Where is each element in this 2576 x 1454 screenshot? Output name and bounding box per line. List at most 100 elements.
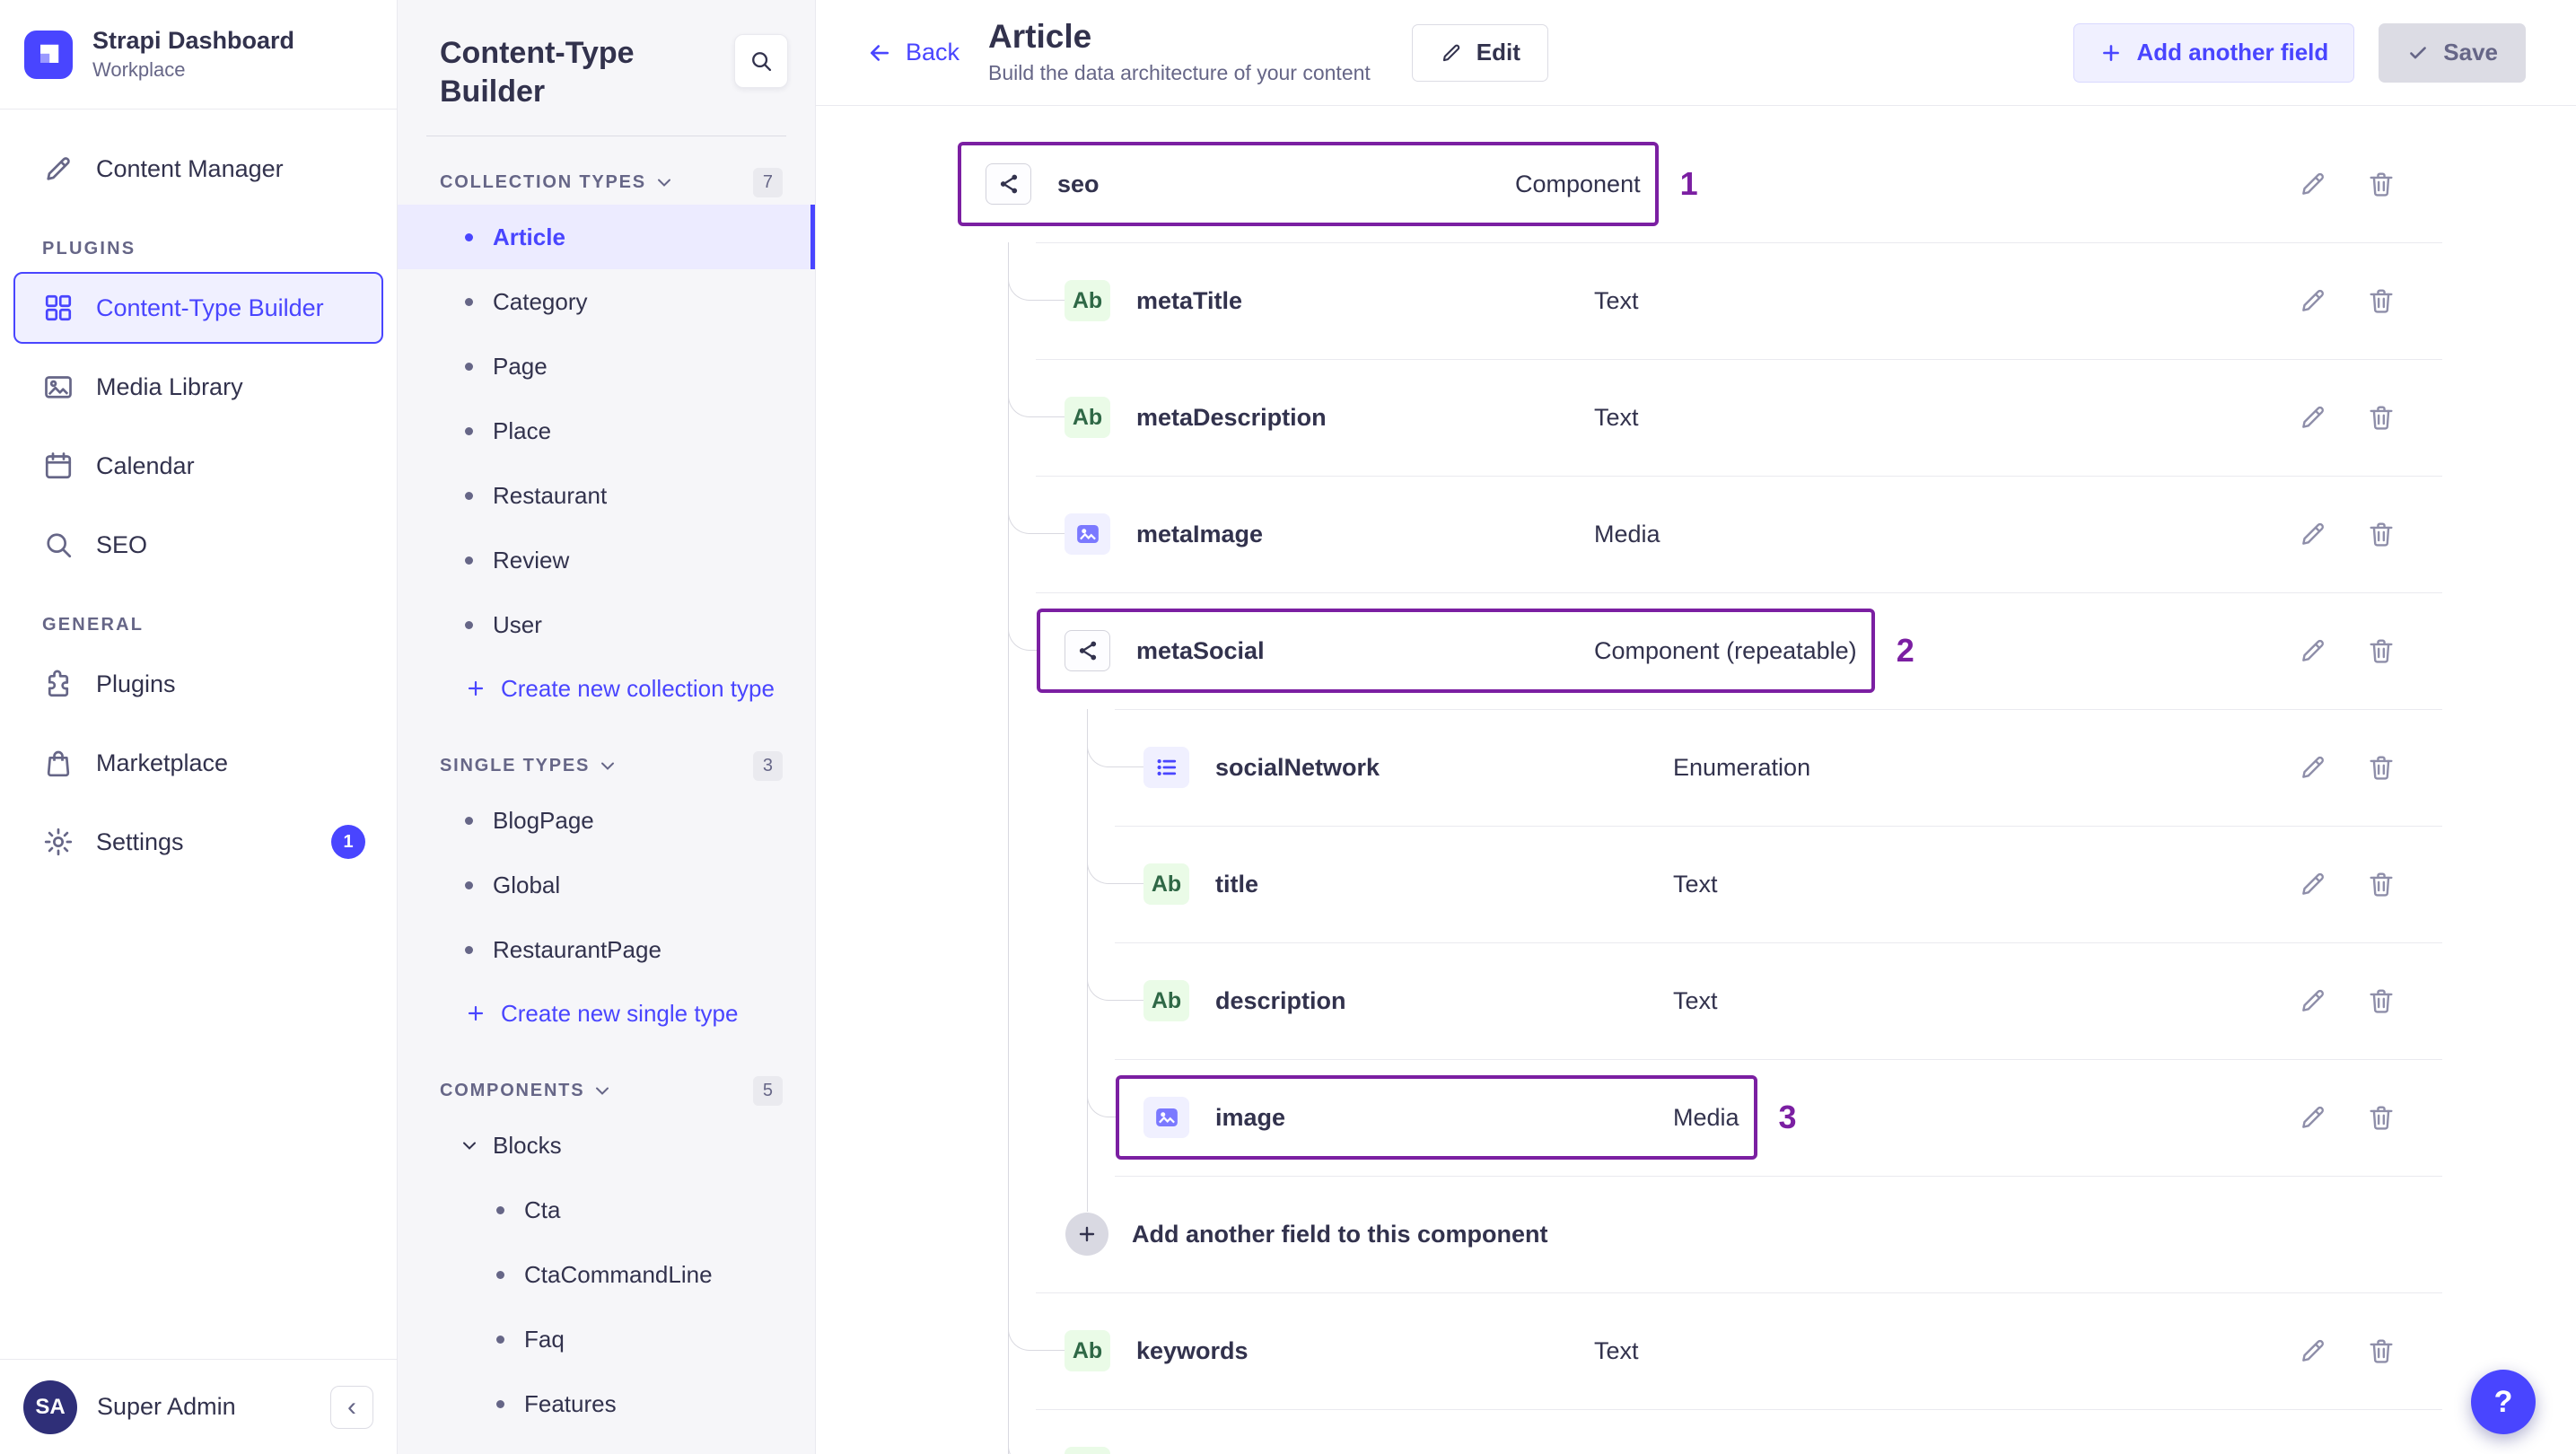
field-row-core[interactable]: Ab title Text: [1116, 842, 1736, 926]
field-row-description: Ab description Text: [816, 942, 2576, 1059]
field-row-core[interactable]: image Media: [1116, 1075, 1757, 1160]
field-row-core[interactable]: Ab metaDescription Text: [1037, 375, 1657, 460]
collection-type-user[interactable]: User: [398, 592, 815, 657]
item-label: Review: [493, 546, 570, 574]
single-type-global[interactable]: Global: [398, 853, 815, 917]
delete-field-button[interactable]: [2365, 868, 2397, 900]
text-field-icon: Ab: [1065, 280, 1110, 321]
delete-field-button[interactable]: [2365, 518, 2397, 550]
edit-field-button[interactable]: [2297, 751, 2329, 784]
components-group-blocks[interactable]: Blocks: [398, 1113, 815, 1178]
delete-field-button[interactable]: [2365, 401, 2397, 434]
field-name: metaTitle: [1136, 286, 1243, 314]
delete-field-button[interactable]: [2365, 985, 2397, 1017]
components-header[interactable]: COMPONENTS 5: [398, 1068, 815, 1113]
edit-field-button[interactable]: [2297, 635, 2329, 667]
bullet-icon: [496, 1270, 504, 1279]
help-button[interactable]: ?: [2471, 1370, 2536, 1434]
collection-type-place[interactable]: Place: [398, 399, 815, 463]
collection-types-header[interactable]: COLLECTION TYPES 7: [398, 160, 815, 205]
calendar-icon: [42, 450, 74, 482]
annotation-number: 1: [1679, 165, 1698, 202]
field-row-core[interactable]: Ab keywords Text: [1037, 1309, 1657, 1393]
field-type: Media: [1594, 520, 1660, 547]
plus-icon: [2103, 44, 2120, 61]
edit-field-button[interactable]: [2297, 285, 2329, 317]
delete-field-button[interactable]: [2365, 285, 2397, 317]
plus-icon: [468, 680, 484, 696]
chevron-down-icon: [657, 178, 671, 188]
field-row-metatitle: Ab metaTitle Text: [816, 242, 2576, 359]
add-field-label[interactable]: Add another field to this component: [1132, 1221, 1547, 1248]
edit-field-button[interactable]: [2297, 1335, 2329, 1367]
delete-field-button[interactable]: [2365, 635, 2397, 667]
field-type: Media: [1673, 1103, 1739, 1131]
delete-field-button[interactable]: [2365, 168, 2397, 200]
section-label: SINGLE TYPES: [440, 755, 591, 775]
components-count: 5: [752, 1075, 783, 1106]
nav-section-general: GENERAL: [42, 615, 145, 635]
sidebar-item-content-manager[interactable]: Content Manager: [13, 133, 383, 205]
edit-field-button[interactable]: [2297, 985, 2329, 1017]
add-field-to-component-button[interactable]: [1065, 1213, 1108, 1256]
collection-type-restaurant[interactable]: Restaurant: [398, 463, 815, 528]
edit-field-button[interactable]: [2297, 1101, 2329, 1134]
search-button[interactable]: [734, 34, 788, 88]
collapse-sidebar-button[interactable]: ‹: [330, 1385, 373, 1429]
section-label: COLLECTION TYPES: [440, 171, 646, 192]
field-name: image: [1215, 1103, 1286, 1131]
add-another-field-button[interactable]: Add another field: [2073, 22, 2355, 83]
delete-field-button[interactable]: [2365, 1335, 2397, 1367]
field-row-core[interactable]: Ab description Text: [1116, 959, 1736, 1043]
sidebar-item-plugins[interactable]: Plugins: [13, 648, 383, 720]
field-row-core[interactable]: Ab metaRobots Text: [1037, 1425, 1657, 1454]
edit-field-button[interactable]: [2297, 868, 2329, 900]
edit-field-button[interactable]: [2297, 168, 2329, 200]
sidebar-item-calendar[interactable]: Calendar: [13, 430, 383, 502]
sidebar-item-content-type-builder[interactable]: Content-Type Builder: [13, 272, 383, 344]
collection-type-category[interactable]: Category: [398, 269, 815, 334]
save-button[interactable]: Save: [2379, 22, 2526, 83]
collection-type-page[interactable]: Page: [398, 334, 815, 399]
sidebar-item-seo[interactable]: SEO: [13, 509, 383, 581]
sidebar-item-label: SEO: [96, 530, 148, 558]
delete-field-button[interactable]: [2365, 1101, 2397, 1134]
single-type-blogpage[interactable]: BlogPage: [398, 788, 815, 853]
item-label: Page: [493, 352, 548, 380]
sidebar-item-settings[interactable]: Settings 1: [13, 806, 383, 878]
single-types-header[interactable]: SINGLE TYPES 3: [398, 743, 815, 788]
edit-button[interactable]: Edit: [1411, 23, 1548, 82]
single-type-restaurantpage[interactable]: RestaurantPage: [398, 917, 815, 982]
collection-type-review[interactable]: Review: [398, 528, 815, 592]
bullet-icon: [465, 816, 473, 825]
field-row-core[interactable]: metaImage Media: [1037, 492, 1678, 576]
text-field-icon: Ab: [1065, 1330, 1110, 1371]
avatar[interactable]: SA: [23, 1380, 77, 1434]
single-types-section: SINGLE TYPES 3 BlogPage Global Restauran…: [398, 720, 815, 1045]
sidebar-item-media-library[interactable]: Media Library: [13, 351, 383, 423]
row-separator: [1115, 1059, 2442, 1060]
edit-field-button[interactable]: [2297, 401, 2329, 434]
create-new-collection-type-link[interactable]: Create new collection type: [398, 657, 815, 720]
component-faq[interactable]: Faq: [398, 1307, 815, 1371]
back-label: Back: [906, 39, 960, 66]
component-features[interactable]: Features: [398, 1371, 815, 1436]
item-label: Faq: [524, 1325, 565, 1353]
create-new-single-type-link[interactable]: Create new single type: [398, 982, 815, 1045]
field-name: metaSocial: [1136, 636, 1265, 664]
component-ctacommandline[interactable]: CtaCommandLine: [398, 1242, 815, 1307]
field-row-core[interactable]: Ab metaTitle Text: [1037, 258, 1657, 343]
field-row-core[interactable]: socialNetwork Enumeration: [1116, 725, 1828, 810]
edit-field-button[interactable]: [2297, 518, 2329, 550]
field-row-core[interactable]: metaSocial Component (repeatable): [1037, 609, 1875, 693]
back-link[interactable]: Back: [866, 39, 959, 66]
section-label: COMPONENTS: [440, 1080, 585, 1100]
delete-field-button[interactable]: [2365, 751, 2397, 784]
collection-type-article[interactable]: Article: [398, 205, 815, 269]
sidebar-item-marketplace[interactable]: Marketplace: [13, 727, 383, 799]
field-type: Component (repeatable): [1594, 636, 1857, 664]
item-label: User: [493, 610, 542, 638]
component-cta[interactable]: Cta: [398, 1178, 815, 1242]
field-row-core[interactable]: seo Component: [958, 142, 1659, 226]
row-separator: [1036, 242, 2442, 243]
